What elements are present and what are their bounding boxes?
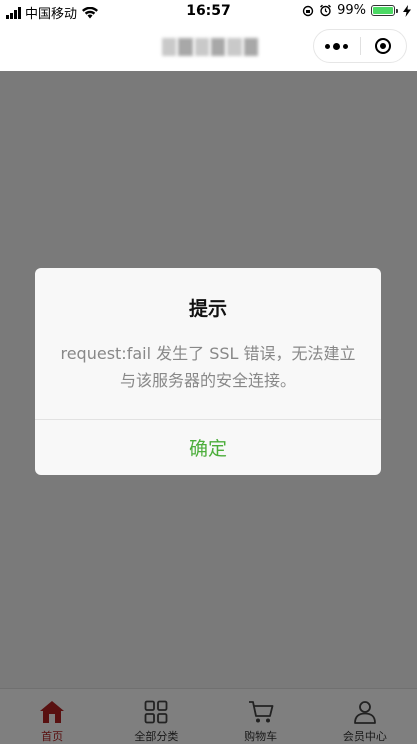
page-title-blurred (162, 38, 258, 56)
dialog-title: 提示 (188, 298, 227, 320)
miniprogram-capsule (313, 29, 407, 63)
status-left: 中国移动 (6, 3, 99, 22)
nav-bar (0, 24, 417, 71)
signal-icon (6, 6, 21, 19)
carrier-name: 中国移动 (25, 7, 78, 22)
more-dots-icon[interactable] (314, 42, 360, 50)
wifi-icon (82, 6, 99, 18)
charging-icon (403, 4, 411, 17)
alarm-icon (320, 4, 332, 17)
status-right: 99% (302, 3, 411, 18)
dialog-message: request:fail 发生了 SSL 错误，无法建立与该服务器的安全连接。 (60, 344, 356, 390)
orientation-lock-icon (302, 5, 314, 16)
battery-icon (371, 5, 398, 16)
status-bar: 中国移动 16:57 99% (0, 0, 417, 24)
alert-dialog: 提示 request:fail 发生了 SSL 错误，无法建立与该服务器的安全连… (35, 268, 381, 475)
target-circle-icon[interactable] (360, 38, 406, 54)
confirm-button[interactable]: 确定 (35, 420, 381, 475)
battery-percent: 99% (337, 3, 366, 18)
